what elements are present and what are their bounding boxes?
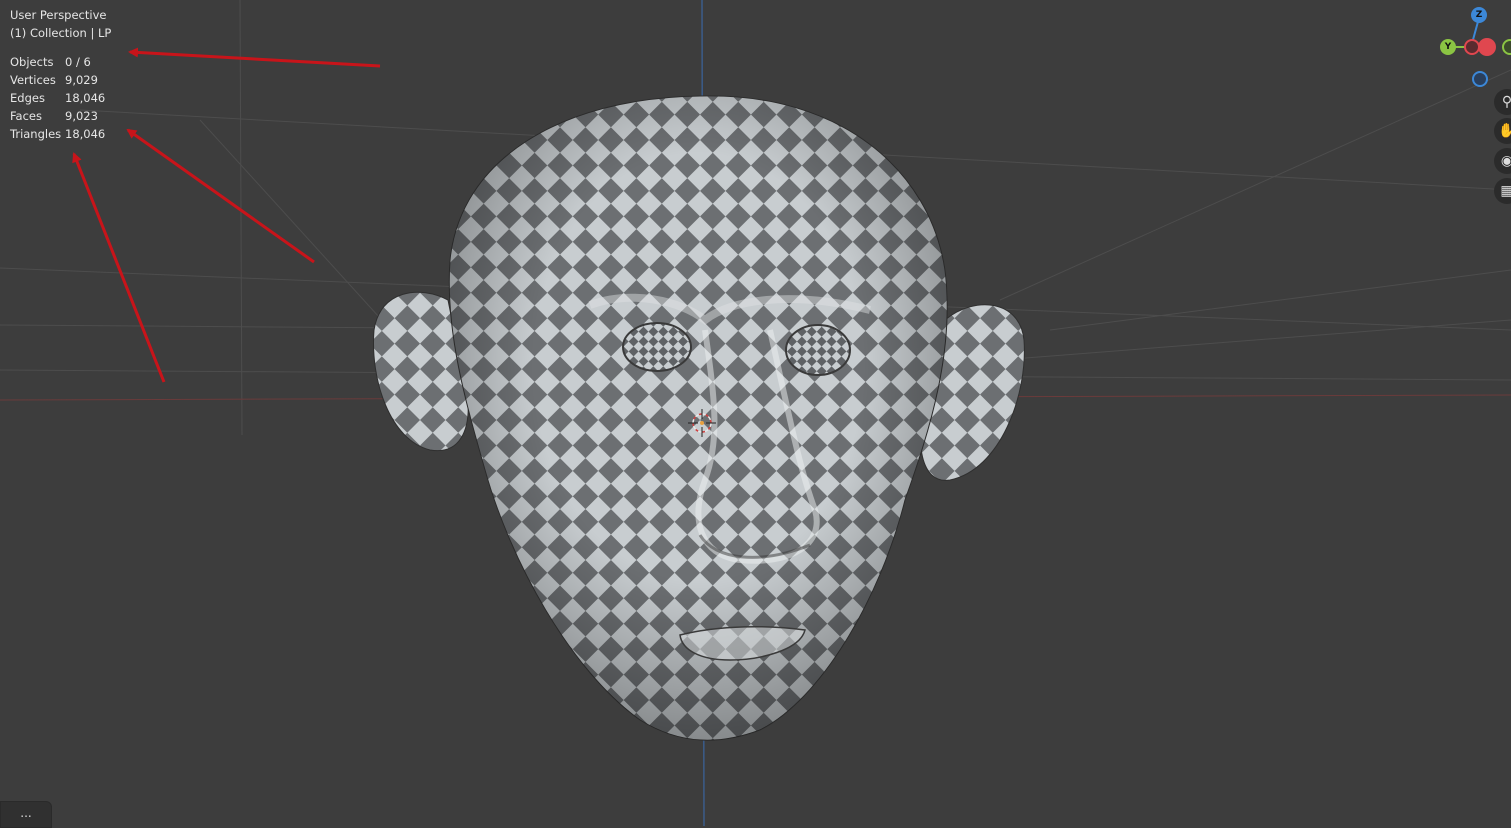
annotation-arrow-3 [72,152,166,383]
gizmo-y-axis[interactable]: Y [1440,39,1456,55]
stat-objects: Objects 0 / 6 [10,55,91,69]
gizmo-y-negative[interactable] [1502,39,1511,55]
annotation-arrow-1 [128,47,381,68]
scene-statistics: Objects 0 / 6 Vertices 9,029 Edges 18,04… [10,53,111,143]
gizmo-z-axis[interactable]: Z [1471,7,1487,23]
stat-edges: Edges 18,046 [10,91,106,105]
stat-vertices: Vertices 9,029 [10,73,98,87]
stat-triangles: Triangles 18,046 [10,127,106,141]
view-name: User Perspective [10,8,107,22]
left-eye [622,322,692,372]
more-options-button[interactable]: ... [0,801,52,828]
3d-viewport[interactable] [0,0,1511,826]
head-mesh[interactable] [373,95,1025,741]
collection-label: (1) Collection | LP [10,26,112,40]
gizmo-z-negative[interactable] [1472,71,1488,87]
right-eye [785,324,851,376]
annotation-arrows [72,47,381,383]
gizmo-x-axis[interactable] [1478,38,1496,56]
viewport-info-overlay: User Perspective (1) Collection | LP Obj… [10,6,111,143]
annotation-arrow-2 [126,128,315,264]
stat-faces: Faces 9,023 [10,109,98,123]
